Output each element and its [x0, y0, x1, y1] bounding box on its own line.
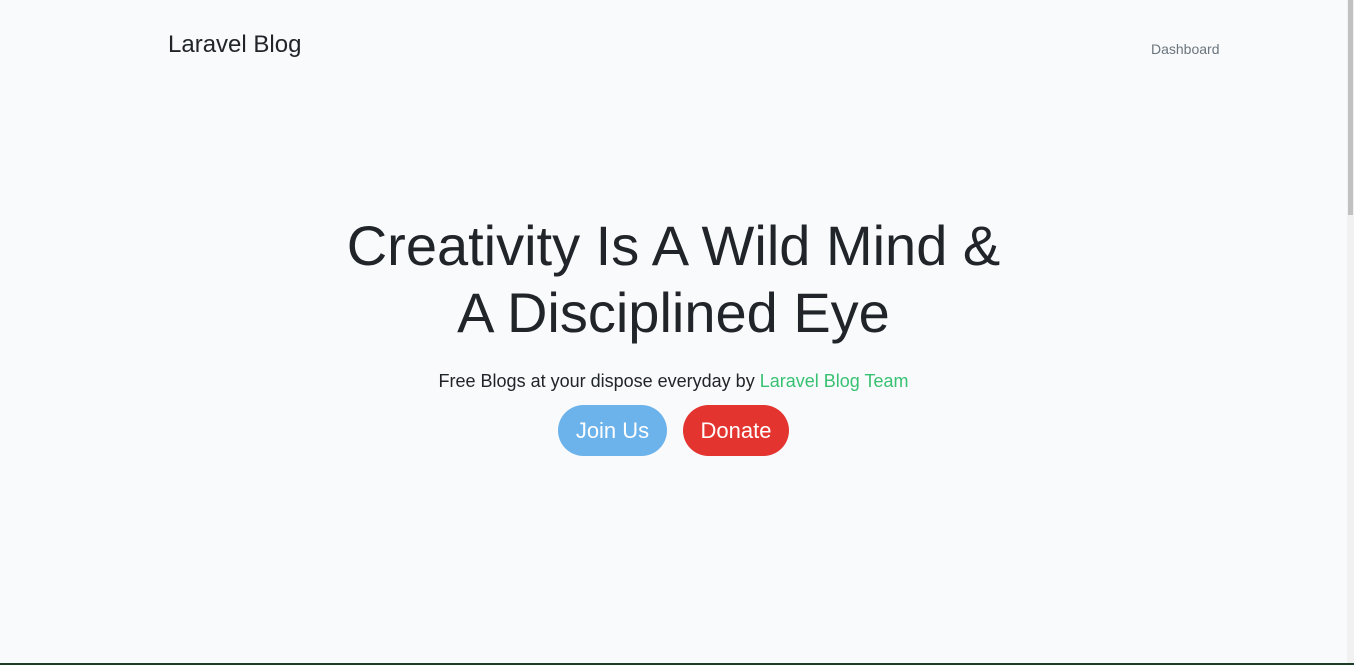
- hero-section: Creativity Is A Wild Mind & A Discipline…: [0, 212, 1347, 456]
- donate-button[interactable]: Donate: [683, 405, 789, 456]
- page: Laravel Blog Dashboard Creativity Is A W…: [0, 0, 1354, 665]
- vertical-scrollbar[interactable]: [1347, 0, 1354, 665]
- brand-link[interactable]: Laravel Blog: [168, 29, 301, 61]
- team-link[interactable]: Laravel Blog Team: [760, 371, 909, 391]
- hero-actions: Join Us Donate: [0, 405, 1347, 456]
- nav-link-dashboard[interactable]: Dashboard: [1151, 40, 1220, 58]
- join-us-button[interactable]: Join Us: [558, 405, 667, 456]
- hero-subtitle-text: Free Blogs at your dispose everyday by: [438, 371, 760, 391]
- scrollbar-thumb[interactable]: [1348, 0, 1353, 215]
- hero-title: Creativity Is A Wild Mind & A Discipline…: [346, 214, 1001, 344]
- navbar: Laravel Blog Dashboard: [0, 0, 1347, 90]
- hero-subtitle: Free Blogs at your dispose everyday by L…: [0, 369, 1347, 393]
